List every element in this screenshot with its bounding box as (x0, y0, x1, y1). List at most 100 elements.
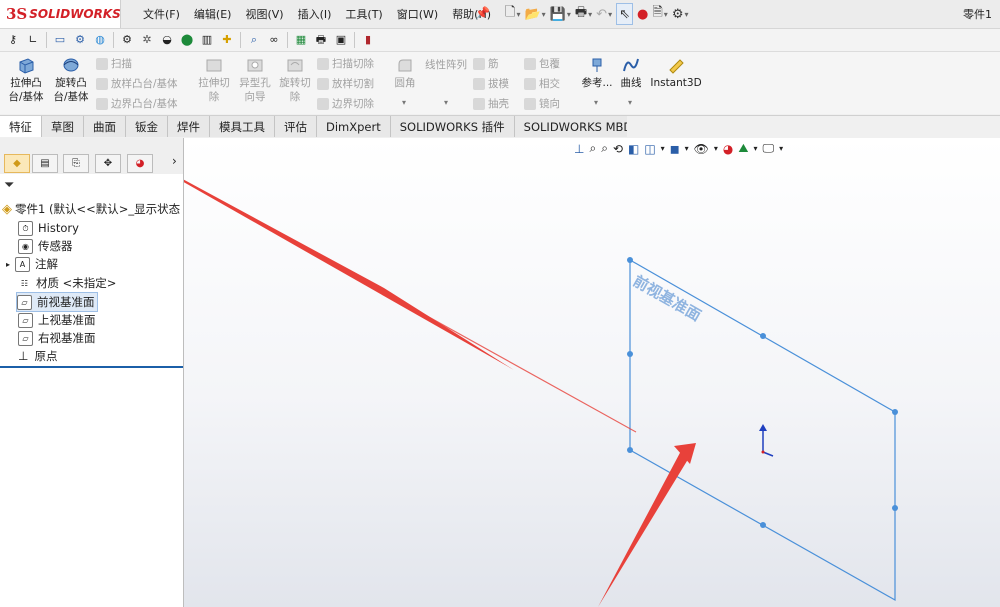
tree-item-history[interactable]: ⏱ History (18, 219, 79, 237)
chevron-down-icon[interactable]: ▾ (402, 98, 406, 107)
print-button[interactable]: 🖶 ▾ (575, 4, 592, 24)
reference-geometry-button[interactable]: 参考... (578, 56, 616, 90)
file-properties-button[interactable]: 🗎 ▾ (652, 4, 667, 24)
draft-button[interactable]: 拔模 (473, 74, 509, 94)
instant3d-button[interactable]: Instant3D (650, 56, 702, 90)
options-button[interactable]: ⚙ ▾ (672, 4, 689, 24)
solidworks-logo[interactable]: 3S SOLIDWORKS (0, 0, 121, 28)
search-icon[interactable]: ⌕ (247, 33, 261, 47)
menu-file[interactable]: 文件(F) (136, 6, 187, 22)
chevron-down-icon[interactable]: ▾ (594, 98, 598, 107)
plane-handle[interactable] (892, 505, 898, 511)
filter-icon[interactable]: ⏷ (4, 178, 14, 193)
menu-help[interactable]: 帮助(H) (445, 6, 498, 22)
display-manager-tab[interactable]: ◕ (127, 154, 153, 173)
bowl-icon[interactable]: ◒ (160, 33, 174, 47)
extrude-boss-button[interactable]: 拉伸凸 台/基体 (6, 56, 46, 104)
location-pin-icon[interactable]: ⬤ (180, 33, 194, 47)
tree-item-origin[interactable]: ⊥ 原点 (18, 347, 57, 365)
tab-sheet-metal[interactable]: 钣金 (126, 116, 168, 137)
loft-icon (96, 78, 108, 90)
bars-icon[interactable]: ▥ (200, 33, 214, 47)
property-manager-tab[interactable]: ▤ (32, 154, 58, 173)
plane-handle[interactable] (892, 409, 898, 415)
fillet-button[interactable]: 圆角 (390, 56, 420, 90)
boundary-cut-button[interactable]: 边界切除 (317, 94, 374, 114)
sweep-button[interactable]: 扫描 (96, 54, 178, 74)
plane-handle[interactable] (627, 351, 633, 357)
loft-boss-button[interactable]: 放样凸台/基体 (96, 74, 178, 94)
tree-item-right-plane[interactable]: ▱ 右视基准面 (18, 329, 96, 347)
menu-tools[interactable]: 工具(T) (338, 6, 389, 22)
tab-mold-tools[interactable]: 模具工具 (210, 116, 275, 137)
dimxpert-manager-tab[interactable]: ✥ (95, 154, 121, 173)
chevron-down-icon[interactable]: ▾ (628, 98, 632, 107)
toolbar-separator (46, 32, 47, 48)
plane-label[interactable]: 前视基准面 (630, 272, 704, 325)
component-icon[interactable]: ✚ (220, 33, 234, 47)
lofted-cut-button[interactable]: 放样切割 (317, 74, 374, 94)
image-icon[interactable]: ▣ (334, 33, 348, 47)
configuration-manager-tab[interactable]: ⎘ (63, 154, 89, 173)
network-icon[interactable]: ⚙ (73, 33, 87, 47)
open-button[interactable]: 📂 ▾ (524, 4, 545, 24)
extrude-cut-button[interactable]: 拉伸切 除 (195, 56, 233, 104)
binoculars-icon[interactable]: ∞ (267, 33, 281, 47)
tree-item-sensors[interactable]: ◉ 传感器 (18, 237, 73, 255)
tab-solidworks-addins[interactable]: SOLIDWORKS 插件 (390, 116, 515, 137)
revolve-cut-button[interactable]: 旋转切 除 (276, 56, 314, 104)
globe-icon[interactable]: ◍ (93, 33, 107, 47)
rebuild-button[interactable]: ● (637, 4, 648, 24)
menu-insert[interactable]: 插入(I) (291, 6, 339, 22)
tree-item-material[interactable]: ☷ 材质 <未指定> (18, 274, 116, 292)
spreadsheet-icon[interactable]: ▦ (294, 33, 308, 47)
tab-sketch[interactable]: 草图 (42, 116, 84, 137)
hole-wizard-button[interactable]: 异型孔 向导 (236, 56, 274, 104)
wrap-button[interactable]: 包覆 (524, 54, 560, 74)
linear-pattern-button[interactable]: 线性阵列 (422, 56, 470, 90)
tab-solidworks-mbd[interactable]: SOLIDWORKS MBD (514, 116, 643, 137)
dimension-icon[interactable]: ∟ (26, 33, 40, 47)
menu-edit[interactable]: 编辑(E) (187, 6, 239, 22)
tab-surfaces[interactable]: 曲面 (84, 116, 126, 137)
shell-button[interactable]: 抽壳 (473, 94, 509, 114)
monitor-icon[interactable]: ▭ (53, 33, 67, 47)
chevron-down-icon[interactable]: ▾ (444, 98, 448, 107)
rib-button[interactable]: 筋 (473, 54, 509, 74)
tab-features[interactable]: 特征 (0, 116, 42, 137)
book-icon[interactable]: ▮ (361, 33, 375, 47)
menu-view[interactable]: 视图(V) (238, 6, 290, 22)
cog-icon[interactable]: ✲ (140, 33, 154, 47)
pin-icon[interactable]: 📌 (475, 6, 490, 20)
boundary-cut-icon (317, 98, 329, 110)
menu-window[interactable]: 窗口(W) (390, 6, 445, 22)
save-button[interactable]: 💾 ▾ (550, 4, 571, 24)
intersect-button[interactable]: 相交 (524, 74, 560, 94)
tree-item-front-plane[interactable]: ▱ 前视基准面 (16, 292, 98, 312)
select-button[interactable]: ⇖ (616, 3, 633, 25)
plane-handle[interactable] (760, 333, 766, 339)
tab-dimxpert[interactable]: DimXpert (317, 116, 391, 137)
boundary-boss-button[interactable]: 边界凸台/基体 (96, 94, 178, 114)
rollback-bar[interactable] (0, 366, 183, 368)
plane-handle[interactable] (760, 522, 766, 528)
swept-cut-button[interactable]: 扫描切除 (317, 54, 374, 74)
tree-item-annotations[interactable]: ▸ A 注解 (6, 255, 58, 273)
tab-evaluate[interactable]: 评估 (275, 116, 317, 137)
tree-root-part[interactable]: ◈ 零件1 (默认<<默认>_显示状态 (2, 200, 180, 218)
revolve-boss-button[interactable]: 旋转凸 台/基体 (50, 56, 92, 104)
undo-button[interactable]: ↶ ▾ (596, 4, 612, 24)
tree-item-top-plane[interactable]: ▱ 上视基准面 (18, 311, 96, 329)
feature-manager-tab[interactable]: ◆ (4, 154, 30, 173)
gear-icon[interactable]: ⚙ (120, 33, 134, 47)
graphics-viewport[interactable]: ⊥ ⌕ ⌕ ⟲ ◧ ◫ ▾ ◼ ▾ 👁 ▾ ◕ ⛰ ▾ 🖵 ▾ 前视基准面 (184, 138, 1000, 607)
curves-button[interactable]: 曲线 (616, 56, 646, 90)
printer-icon[interactable]: 🖶 (314, 33, 328, 47)
plane-handle[interactable] (627, 257, 633, 263)
key-icon[interactable]: ⚷ (6, 33, 20, 47)
plane-handle[interactable] (627, 447, 633, 453)
new-document-button[interactable]: 🗋 ▾ (505, 4, 520, 24)
chevron-right-icon[interactable]: › (172, 154, 177, 168)
mirror-button[interactable]: 镜向 (524, 94, 560, 114)
tab-weldments[interactable]: 焊件 (168, 116, 210, 137)
